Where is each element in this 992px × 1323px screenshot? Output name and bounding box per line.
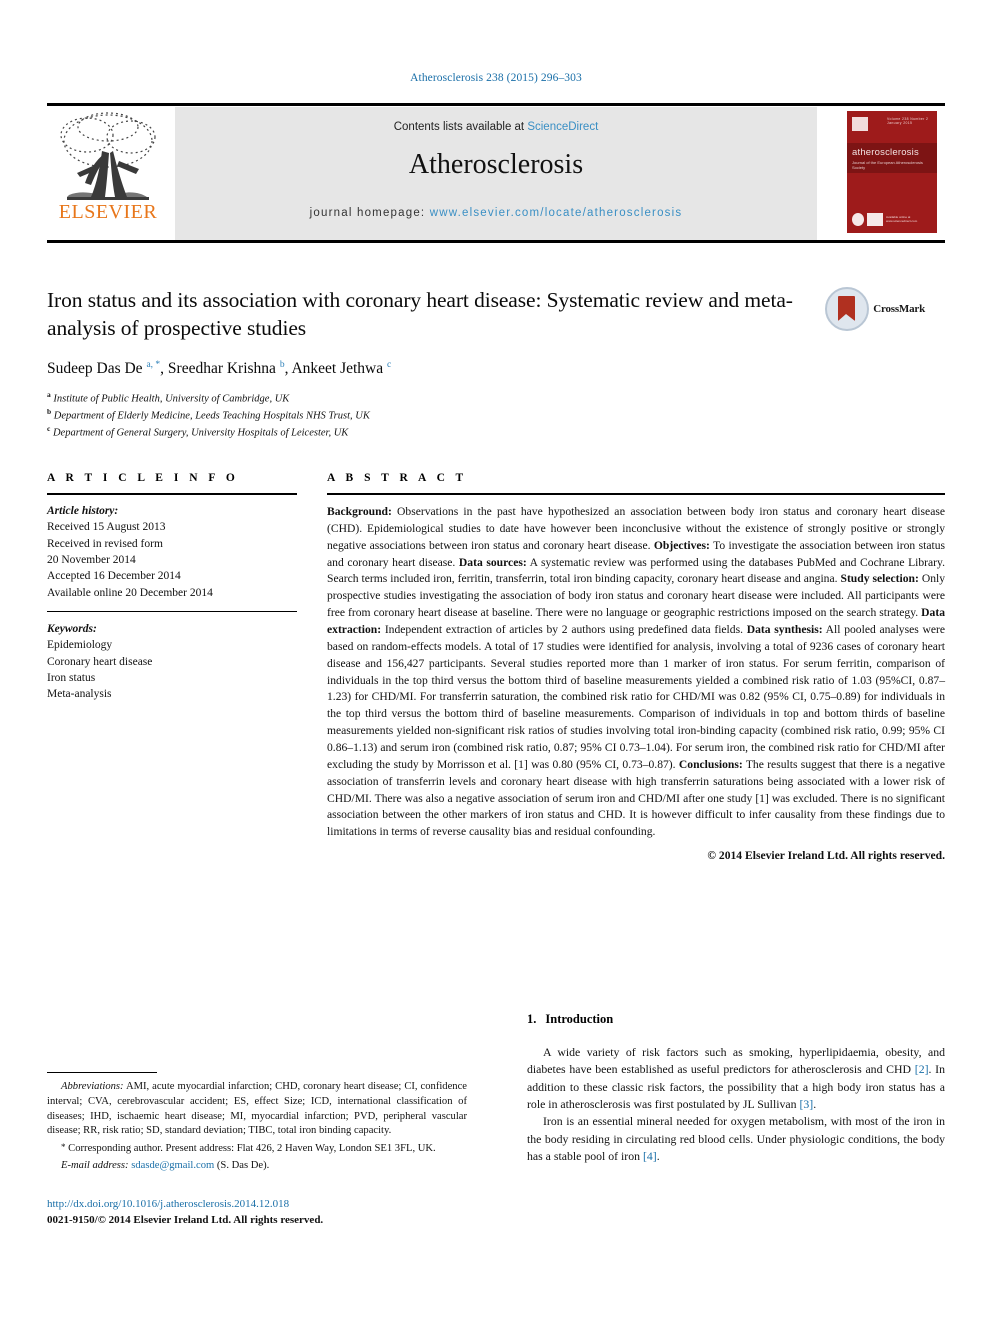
keywords-label: Keywords: [47,622,97,635]
article-history-label: Article history: [47,505,119,517]
issn-copyright-line: 0021-9150/© 2014 Elsevier Ireland Ltd. A… [47,1214,324,1227]
article-history-items: Received 15 August 2013 Received in revis… [47,521,213,598]
corresponding-author-note: * Corresponding author. Present address:… [47,1141,467,1157]
doi-link[interactable]: http://dx.doi.org/10.1016/j.atherosclero… [47,1196,467,1213]
journal-masthead: ELSEVIER Contents lists available at Sci… [47,103,945,243]
article-info-heading: A R T I C L E I N F O [47,472,239,484]
corresponding-author-text: Corresponding author. Present address: F… [68,1143,436,1155]
masthead-top-rule [47,103,945,106]
email-note: E-mail address: sdasde@gmail.com (S. Das… [47,1159,467,1174]
abbreviations-label: Abbreviations: [61,1081,124,1092]
article-history-item: Received in revised form [47,537,163,550]
title-block: Iron status and its association with cor… [47,287,945,441]
abstract-rule [327,493,945,495]
journal-homepage-line: journal homepage: www.elsevier.com/locat… [175,207,817,219]
abbreviations-note: Abbreviations: AMI, acute myocardial inf… [47,1080,467,1139]
corresponding-author-mark: * [61,1142,66,1153]
introduction-column: 1. Introduction A wide variety of risk fa… [527,1012,945,1165]
abstract-column: A B S T R A C T Background: Observations… [327,472,945,862]
keywords-block: Keywords: Epidemiology Coronary heart dis… [47,621,297,703]
affiliation-item: b Department of Elderly Medicine, Leeds … [47,407,370,422]
keywords-rule [47,610,297,612]
elsevier-wordmark: ELSEVIER [58,201,158,223]
author-list: Sudeep Das De a, *, Sreedhar Krishna b, … [47,359,392,378]
article-history: Article history: Received 15 August 2013… [47,503,297,601]
introduction-heading: 1. Introduction [527,1012,945,1027]
journal-homepage-link[interactable]: www.elsevier.com/locate/atherosclerosis [430,207,683,219]
affiliation-mark: c [47,424,51,433]
article-history-item: Received 15 August 2013 [47,521,166,534]
affiliation-list: a Institute of Public Health, University… [47,390,945,441]
elsevier-logo: ELSEVIER [47,107,169,240]
journal-title: Atherosclerosis [408,149,584,180]
email-suffix: (S. Das De). [216,1160,270,1172]
cover-partner-badge-icon [866,213,884,226]
article-info-rule [47,493,297,495]
keyword-item: Coronary heart disease [47,655,153,668]
contents-available-line: Contents lists available at ScienceDirec… [175,121,817,133]
abstract-copyright: © 2014 Elsevier Ireland Ltd. All rights … [707,849,945,863]
masthead-bottom-rule [47,240,945,243]
cover-art: Volume 238 Number 2 January 2015 atheros… [847,111,937,233]
introduction-body: A wide variety of risk factors such as s… [527,1044,945,1165]
journal-cover-thumbnail: Volume 238 Number 2 January 2015 atheros… [839,107,945,240]
crossmark-badge[interactable]: CrossMark [825,287,925,331]
contents-prefix: Contents lists available at [393,121,528,133]
article-history-item: 20 November 2014 [47,553,136,566]
abstract-body: Background: Observations in the past hav… [327,505,946,839]
email-label: E-mail address: [61,1160,129,1172]
crossmark-icon [825,287,870,331]
running-head: Atherosclerosis 238 (2015) 296–303 [410,72,582,84]
article-info-column: A R T I C L E I N F O Article history: R… [47,472,297,703]
cover-badges: Available online at www.sciencedirect.co… [852,213,937,226]
introduction-number: 1. [527,1012,537,1026]
keyword-item: Iron status [47,671,96,684]
page-title: Iron status and its association with cor… [47,288,793,340]
introduction-paragraph: A wide variety of risk factors such as s… [527,1045,945,1111]
crossmark-label: CrossMark [873,303,925,315]
cover-volume-text: Volume 238 Number 2 January 2015 [887,117,929,125]
introduction-paragraph: Iron is an essential mineral needed for … [527,1114,945,1163]
sciencedirect-link[interactable]: ScienceDirect [527,121,598,133]
keyword-item: Epidemiology [47,639,113,652]
introduction-title: Introduction [545,1012,614,1026]
homepage-prefix: journal homepage: [309,207,430,219]
affiliation-item: a Institute of Public Health, University… [47,390,290,405]
cover-journal-title: atherosclerosis [852,147,919,158]
masthead-center-panel: Contents lists available at ScienceDirec… [175,107,817,240]
cover-elsevier-logo-icon [852,117,868,131]
cover-journal-subtitle: Journal of the European Atherosclerosis … [852,160,923,170]
footnotes-column: Abbreviations: AMI, acute myocardial inf… [47,1072,467,1229]
cover-society-badge-icon [852,213,864,226]
paper-page: Atherosclerosis 238 (2015) 296–303 ELSEV… [0,0,992,1323]
email-link[interactable]: sdasde@gmail.com [131,1160,214,1171]
article-history-item: Accepted 16 December 2014 [47,570,181,583]
footnote-divider [47,1072,157,1073]
article-history-item: Available online 20 December 2014 [47,586,213,599]
affiliation-item: c Department of General Surgery, Univers… [47,424,349,439]
affiliation-mark: b [47,407,52,417]
keywords-items: Epidemiology Coronary heart disease Iron s… [47,639,152,700]
doi-block: http://dx.doi.org/10.1016/j.atherosclero… [47,1196,467,1229]
cover-sciencedirect-note: Available online at www.sciencedirect.co… [886,214,918,223]
abstract-heading: A B S T R A C T [327,472,468,484]
keyword-item: Meta-analysis [47,688,112,701]
affiliation-mark: a [47,390,51,400]
crossmark-book-shape [838,296,856,321]
